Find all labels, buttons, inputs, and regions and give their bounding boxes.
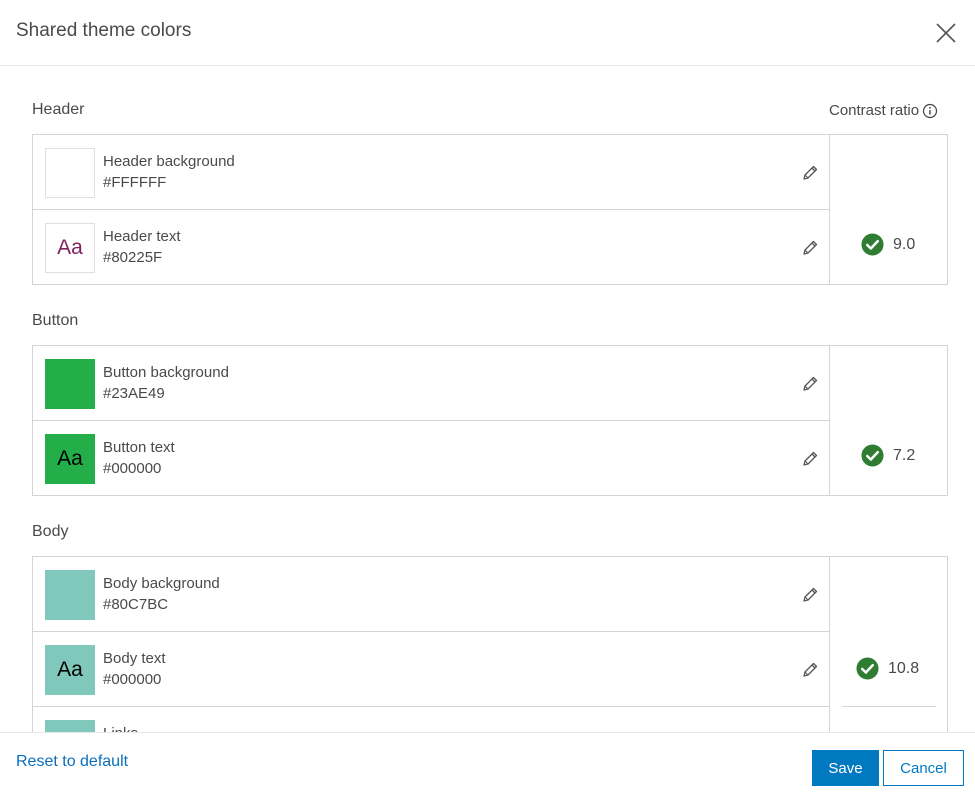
contrast-ratio-value: 10.8 xyxy=(888,659,920,677)
contrast-ratio-value: 9.0 xyxy=(893,235,916,253)
color-hex-value: #80C7BC xyxy=(103,596,169,613)
color-hex-value: #000000 xyxy=(103,671,162,688)
color-row: Aa Body text #000000 xyxy=(33,632,829,707)
pencil-icon xyxy=(803,451,818,466)
contrast-ratio-label: Contrast ratio xyxy=(829,102,920,119)
close-button[interactable] xyxy=(931,18,961,48)
color-name: Body text xyxy=(103,650,166,667)
dialog-header: Shared theme colors xyxy=(0,0,975,66)
header-color-group: Header background #FFFFFF Aa Header text #80… xyxy=(32,134,948,285)
contrast-ratio-value: 7.2 xyxy=(893,446,916,464)
edit-color-button[interactable] xyxy=(801,661,819,679)
edit-color-button[interactable] xyxy=(801,239,819,257)
color-swatch[interactable] xyxy=(45,359,95,409)
contrast-ratio-cell: 9.0 xyxy=(829,135,947,284)
color-swatch[interactable] xyxy=(45,720,95,732)
color-row: Body background #80C7BC xyxy=(33,557,829,632)
contrast-ratio-result: 10.8 xyxy=(856,657,919,680)
color-name: Header text xyxy=(103,228,181,245)
cancel-button[interactable]: Cancel xyxy=(883,750,964,786)
close-icon xyxy=(936,23,956,43)
check-circle-icon xyxy=(861,233,884,256)
save-button[interactable]: Save xyxy=(812,750,879,786)
info-icon[interactable] xyxy=(922,103,938,119)
pencil-icon xyxy=(803,165,818,180)
color-name: Links xyxy=(103,725,138,732)
edit-color-button[interactable] xyxy=(801,586,819,604)
color-hex-value: #80225F xyxy=(103,249,163,266)
dialog-body[interactable]: Header Contrast ratio Header background #… xyxy=(0,67,975,732)
text-color-swatch[interactable]: Aa xyxy=(45,223,95,273)
contrast-ratio-cell: 7.2 xyxy=(829,346,947,495)
reset-to-default-link[interactable]: Reset to default xyxy=(16,753,128,771)
pencil-icon xyxy=(803,240,818,255)
contrast-ratio-result: 9.0 xyxy=(861,233,915,256)
color-row: Aa Header text #80225F xyxy=(33,210,829,285)
color-name: Button text xyxy=(103,439,175,456)
color-name: Body background xyxy=(103,575,220,592)
section-title-header: Header xyxy=(32,101,85,118)
pencil-icon xyxy=(803,587,818,602)
section-title-body: Body xyxy=(32,523,69,540)
dialog-footer: Reset to default Save Cancel xyxy=(0,732,975,797)
contrast-ratio-cell: 10.8 xyxy=(829,557,947,732)
color-name: Button background xyxy=(103,364,229,381)
pencil-icon xyxy=(803,376,818,391)
contrast-ratio-heading: Contrast ratio xyxy=(829,102,938,119)
color-swatch[interactable] xyxy=(45,570,95,620)
color-hex-value: #FFFFFF xyxy=(103,174,167,191)
color-row: Links xyxy=(33,707,829,732)
body-color-group: Body background #80C7BC Aa Body text #000000… xyxy=(32,556,948,732)
color-row: Header background #FFFFFF xyxy=(33,135,829,210)
check-circle-icon xyxy=(856,657,879,680)
button-color-group: Button background #23AE49 Aa Button text #00… xyxy=(32,345,948,496)
dialog-title: Shared theme colors xyxy=(16,20,192,41)
ratio-divider xyxy=(842,706,936,707)
text-color-swatch[interactable]: Aa xyxy=(45,645,95,695)
text-color-swatch[interactable]: Aa xyxy=(45,434,95,484)
check-circle-icon xyxy=(861,444,884,467)
edit-color-button[interactable] xyxy=(801,375,819,393)
color-row: Aa Button text #000000 xyxy=(33,421,829,496)
color-hex-value: #000000 xyxy=(103,460,162,477)
color-swatch[interactable] xyxy=(45,148,95,198)
section-title-button: Button xyxy=(32,312,79,329)
edit-color-button[interactable] xyxy=(801,164,819,182)
color-row: Button background #23AE49 xyxy=(33,346,829,421)
edit-color-button[interactable] xyxy=(801,450,819,468)
contrast-ratio-result: 7.2 xyxy=(861,444,915,467)
color-hex-value: #23AE49 xyxy=(103,385,165,402)
pencil-icon xyxy=(803,662,818,677)
color-name: Header background xyxy=(103,153,235,170)
